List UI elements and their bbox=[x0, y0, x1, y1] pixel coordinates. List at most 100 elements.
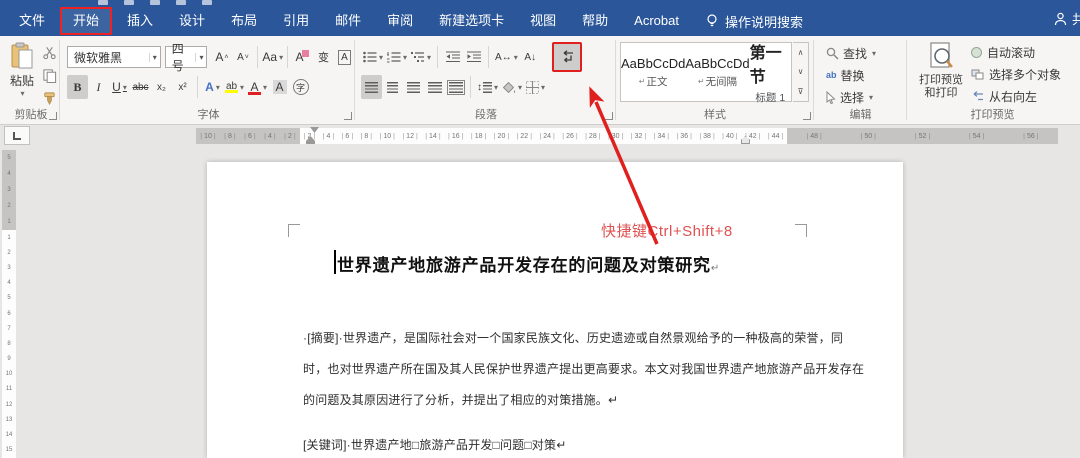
keywords-line[interactable]: [关键词]·世界遗产地□旅游产品开发□问题□对策↵ bbox=[303, 436, 803, 453]
vertical-ruler[interactable]: 54321 1 2 3 4 5 6 7 8 9 10 11 12 13 14 15 bbox=[2, 150, 16, 458]
italic-button[interactable]: I bbox=[88, 75, 109, 99]
tab-selector[interactable] bbox=[4, 126, 30, 145]
grow-font-button[interactable]: A ˄ bbox=[211, 45, 232, 69]
multilevel-list-icon bbox=[411, 52, 425, 62]
tab-references[interactable]: 引用 bbox=[270, 6, 322, 36]
scissors-icon bbox=[43, 46, 56, 59]
paragraph-group-label: 段落 bbox=[475, 109, 497, 121]
bullets-button[interactable] bbox=[361, 45, 385, 69]
tab-layout[interactable]: 布局 bbox=[218, 6, 270, 36]
cut-button[interactable] bbox=[39, 43, 60, 61]
shading-button[interactable] bbox=[500, 75, 524, 99]
style-normal[interactable]: AaBbCcDd ↵ 正文 bbox=[621, 43, 685, 101]
borders-button[interactable] bbox=[524, 75, 547, 99]
change-case-button[interactable]: Aa bbox=[262, 45, 283, 69]
phonetic-guide-button[interactable]: 变 bbox=[313, 45, 334, 69]
distribute-button[interactable] bbox=[445, 75, 466, 99]
font-name-combo[interactable]: 微软雅黑 ▾ bbox=[67, 46, 161, 68]
tab-home[interactable]: 开始 bbox=[60, 7, 113, 35]
tell-me-search[interactable]: 操作说明搜索 bbox=[706, 12, 803, 31]
align-center-button[interactable] bbox=[382, 75, 403, 99]
copy-icon bbox=[43, 68, 57, 83]
text-cursor bbox=[334, 250, 336, 274]
tab-acrobat[interactable]: Acrobat bbox=[621, 6, 692, 36]
auto-scroll-button[interactable]: 自动滚动 bbox=[971, 44, 1061, 61]
clear-formatting-button[interactable]: A bbox=[292, 45, 313, 69]
tab-mailings[interactable]: 邮件 bbox=[322, 6, 374, 36]
highlight-color-button[interactable]: ab bbox=[223, 75, 246, 99]
decrease-indent-icon bbox=[445, 51, 460, 63]
print-preview-and-print-button[interactable]: 打印预览和打印 bbox=[915, 42, 967, 110]
styles-scroll-down-button[interactable]: ∨ bbox=[793, 62, 808, 81]
styles-more-button[interactable]: ⊽ bbox=[793, 82, 808, 101]
body-line[interactable]: 的问题及其原因进行了分析，并提出了相应的对策措施。↵ bbox=[303, 391, 803, 408]
document-page[interactable] bbox=[207, 162, 903, 458]
paragraph-mark: ↵ bbox=[710, 263, 720, 274]
replace-button[interactable]: ab 替换 bbox=[826, 66, 907, 84]
right-to-left-button[interactable]: 从右向左 bbox=[971, 88, 1061, 105]
superscript-button[interactable]: x² bbox=[172, 75, 193, 99]
group-clipboard: 粘贴 剪贴板 bbox=[2, 36, 60, 124]
search-icon bbox=[826, 47, 839, 60]
increase-indent-button[interactable] bbox=[463, 45, 484, 69]
quick-access-toolbar[interactable] bbox=[98, 0, 212, 5]
select-multiple-objects-button[interactable]: 选择多个对象 bbox=[971, 66, 1061, 83]
sort-button[interactable]: A↓ bbox=[520, 45, 541, 69]
character-border-button[interactable]: A bbox=[334, 45, 355, 69]
underline-button[interactable]: U bbox=[109, 75, 130, 99]
subscript-button[interactable]: x₂ bbox=[151, 75, 172, 99]
tab-file[interactable]: 文件 bbox=[6, 6, 58, 36]
numbering-button[interactable] bbox=[385, 45, 409, 69]
styles-dialog-launcher[interactable] bbox=[803, 112, 811, 120]
bold-button[interactable]: B bbox=[67, 75, 88, 99]
body-line[interactable]: ·[摘要]·世界遗产，是国际社会对一个国家民族文化、历史遗迹或自然景观给予的一种… bbox=[303, 329, 843, 346]
borders-grid-icon bbox=[526, 80, 540, 94]
style-no-spacing[interactable]: AaBbCcDd ↵ 无间隔 bbox=[685, 43, 749, 101]
paste-button[interactable]: 粘贴 bbox=[7, 42, 37, 108]
align-right-button[interactable] bbox=[403, 75, 424, 99]
strikethrough-button[interactable]: abc bbox=[130, 75, 151, 99]
auto-scroll-icon bbox=[971, 47, 982, 58]
justify-button[interactable] bbox=[424, 75, 445, 99]
person-icon bbox=[1054, 12, 1067, 25]
document-title[interactable]: 世界遗产地旅游产品开发存在的问题及对策研究↵ bbox=[337, 251, 719, 276]
tab-newtab[interactable]: 新建选项卡 bbox=[426, 6, 517, 36]
select-button[interactable]: 选择 bbox=[826, 88, 907, 106]
multilevel-list-button[interactable] bbox=[409, 45, 433, 69]
decrease-indent-button[interactable] bbox=[442, 45, 463, 69]
format-painter-button[interactable] bbox=[39, 89, 60, 107]
find-button[interactable]: 查找 bbox=[826, 44, 907, 62]
style-heading1[interactable]: 第一节 标题 1 bbox=[750, 43, 791, 104]
shrink-font-button[interactable]: A ˅ bbox=[232, 45, 253, 69]
print-preview-icon bbox=[930, 42, 953, 68]
character-shading-button[interactable]: A bbox=[269, 75, 290, 99]
cursor-arrow-icon bbox=[826, 90, 836, 104]
tab-view[interactable]: 视图 bbox=[517, 6, 569, 36]
font-size-combo[interactable]: 四号 ▾ bbox=[164, 42, 208, 73]
tab-insert[interactable]: 插入 bbox=[114, 6, 166, 36]
styles-gallery-scroll: ∧ ∨ ⊽ bbox=[793, 42, 809, 102]
enclose-characters-button[interactable]: 字 bbox=[290, 75, 311, 99]
chevron-down-icon[interactable]: ▾ bbox=[195, 52, 203, 62]
align-left-button[interactable] bbox=[361, 75, 382, 99]
highlight-swatch bbox=[225, 90, 238, 93]
line-spacing-button[interactable]: ↕ bbox=[475, 75, 500, 99]
font-dialog-launcher[interactable] bbox=[344, 112, 352, 120]
styles-scroll-up-button[interactable]: ∧ bbox=[793, 43, 808, 62]
tab-design[interactable]: 设计 bbox=[166, 6, 218, 36]
share-button[interactable]: 共享 bbox=[1054, 9, 1080, 28]
font-color-button[interactable]: A bbox=[246, 75, 269, 99]
left-indent-marker[interactable] bbox=[306, 141, 315, 144]
right-to-left-icon bbox=[973, 91, 983, 101]
chevron-down-icon[interactable]: ▾ bbox=[148, 52, 157, 62]
text-effects-button[interactable]: A bbox=[202, 75, 223, 99]
body-line[interactable]: 时，也对世界遗产所在国及其人民保护世界遗产提出更高要求。本文对我国世界遗产地旅游… bbox=[303, 360, 864, 377]
show-hide-marks-button[interactable] bbox=[551, 42, 582, 72]
horizontal-ruler[interactable]: 108642 246810121416182022242628303234363… bbox=[196, 128, 1058, 144]
asian-layout-button[interactable]: A↔ bbox=[493, 45, 520, 69]
tab-help[interactable]: 帮助 bbox=[569, 6, 621, 36]
tab-review[interactable]: 审阅 bbox=[374, 6, 426, 36]
paragraph-dialog-launcher[interactable] bbox=[605, 112, 613, 120]
clipboard-dialog-launcher[interactable] bbox=[49, 112, 57, 120]
copy-button[interactable] bbox=[39, 66, 60, 84]
